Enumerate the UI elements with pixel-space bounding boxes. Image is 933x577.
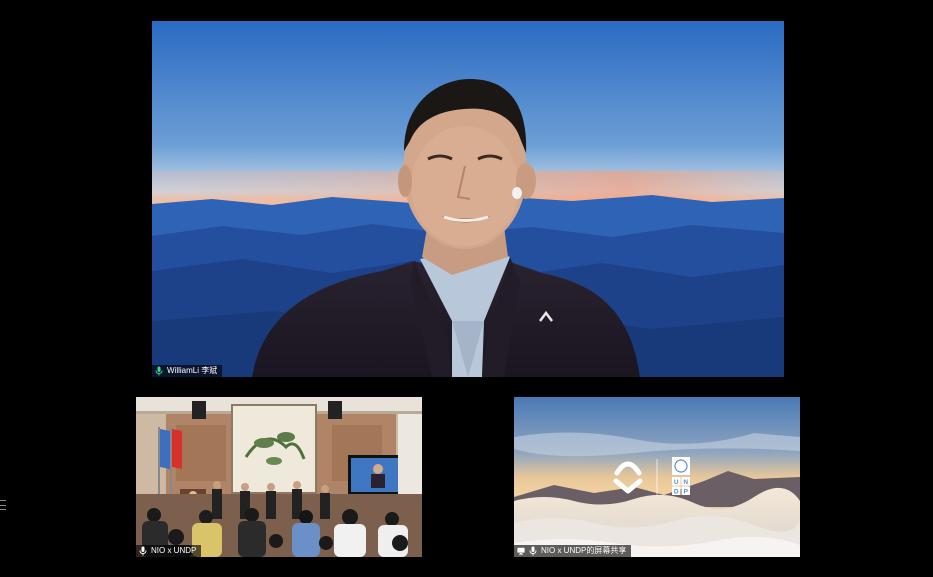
conference-room-scene	[136, 397, 422, 557]
drag-handle-icon[interactable]	[0, 500, 8, 510]
undp-letter: P	[684, 489, 689, 496]
microphone-icon	[155, 366, 163, 376]
undp-letter: D	[674, 489, 679, 496]
participant-name-tag: NIO x UNDP的屏幕共享	[514, 545, 632, 557]
participant-name: NIO x UNDP的屏幕共享	[541, 546, 627, 555]
screen-share-icon	[517, 546, 525, 556]
microphone-icon	[529, 546, 537, 556]
participant-name-tag: WilliamLi 李斌	[152, 365, 223, 377]
participant-name: NIO x UNDP	[151, 546, 197, 555]
screen-share-content: U N D P	[514, 397, 800, 557]
participant-name: WilliamLi 李斌	[167, 366, 218, 375]
undp-letter: N	[683, 479, 688, 486]
microphone-icon	[139, 546, 147, 556]
screen-share-video[interactable]: U N D P NIO x UNDP的屏幕共享	[514, 397, 800, 557]
virtual-background-mountains	[152, 21, 784, 377]
undp-letter: U	[674, 479, 679, 486]
main-speaker-video[interactable]: WilliamLi 李斌	[152, 21, 784, 377]
video-call-stage: WilliamLi 李斌 NIO x UNDP U N D P NIO x UN…	[0, 0, 933, 577]
conference-room-video[interactable]: NIO x UNDP	[136, 397, 422, 557]
participant-name-tag: NIO x UNDP	[136, 545, 202, 557]
